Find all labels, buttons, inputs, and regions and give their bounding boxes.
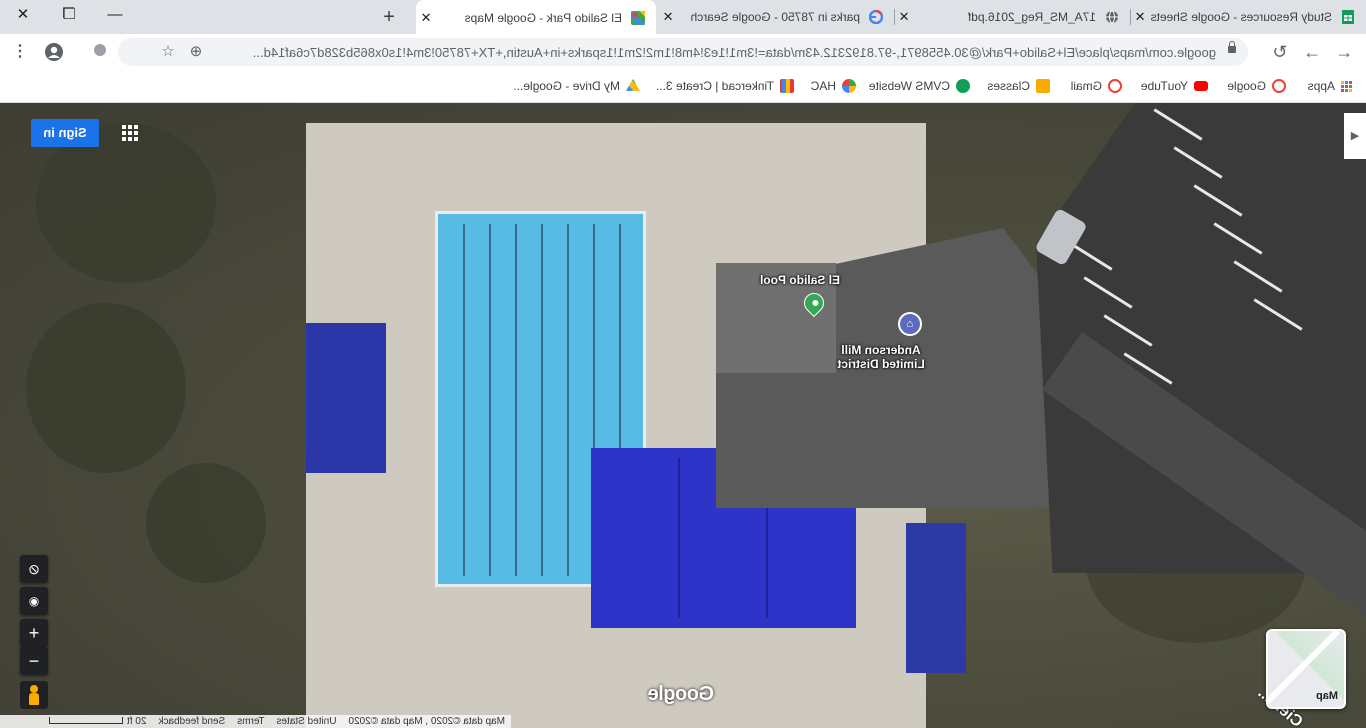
map-data-attribution: Map data ©2020 , Map data ©2020 [348,716,505,727]
google-icon [1108,79,1122,93]
tab-pdf[interactable]: 17A_MS_Reg_2016.pdf ✕ [894,0,1130,34]
tab-study-resources[interactable]: Study Resources - Google Sheets ✕ [1130,0,1366,34]
tab-divider [1130,9,1131,25]
globe-icon [1104,9,1120,25]
lock-icon [1228,46,1236,53]
place-label[interactable]: Anderson Mill Limited District [826,343,936,371]
classroom-icon [1036,79,1050,93]
new-tab-button[interactable]: + [378,6,400,28]
tree-cluster [146,463,266,583]
shade-canopy [906,523,966,673]
satellite-map[interactable]: Cielo... El Salido Pool ⌂ Anderson Mill … [0,103,1366,728]
tab-close-icon[interactable]: ✕ [658,9,678,25]
terms-link[interactable]: Terms [231,716,270,727]
bookmarks-bar: Apps Google YouTube Gmail Classes CVMS W… [0,70,1366,103]
send-feedback-link[interactable]: Send feedback [152,716,231,727]
scale-bar [49,717,124,724]
bookmark-cvms[interactable]: CVMS Website [869,77,970,95]
bookmark-label: CVMS Website [868,79,950,93]
layer-toggle-label: Map [1316,690,1338,702]
bookmark-google[interactable]: Google [1227,77,1286,95]
menu-kebab-icon[interactable]: ⋮ [10,42,30,62]
google-watermark: Google [648,683,714,705]
tab-title: parks in 78750 - Google Search [690,10,860,24]
tree-cluster [26,303,186,473]
my-location-icon[interactable]: ◉ [20,587,48,615]
bookmark-tinkercad[interactable]: Tinkercad | Create 3... [656,77,794,95]
bookmark-my-drive[interactable]: My Drive - Google... [513,77,640,95]
bookmark-label: My Drive - Google... [513,79,620,93]
bookmark-apps[interactable]: Apps [1308,77,1352,95]
minimize-icon[interactable]: — [92,0,138,30]
bookmark-label: Tinkercad | Create 3... [655,79,774,93]
browser-window: Study Resources - Google Sheets ✕ 17A_MS… [0,0,1366,728]
profile-avatar-icon[interactable] [44,42,64,62]
bookmark-label: Classes [987,79,1030,93]
sheets-icon [1340,9,1356,25]
collapse-side-panel-icon[interactable]: ◀ [1344,113,1366,159]
map-footer: Map data ©2020 , Map data ©2020 United S… [0,715,511,728]
tab-close-icon[interactable]: ✕ [1130,9,1150,25]
tab-close-icon[interactable]: ✕ [416,10,436,26]
sign-in-button[interactable]: Sign in [31,119,99,147]
browser-toolbar: ← → ↻ google.com/maps/place/El+Salido+Pa… [0,34,1366,70]
forward-icon[interactable]: → [1299,39,1325,65]
add-icon[interactable]: ⊕ [186,42,206,62]
place-label[interactable]: El Salido Pool [760,273,840,287]
bookmark-hac[interactable]: HAC [811,77,856,95]
tinkercad-icon [780,79,794,93]
compass-icon[interactable]: ⊘ [20,555,48,583]
bookmark-gmail[interactable]: Gmail [1071,77,1122,95]
tab-title: Study Resources - Google Sheets [1150,10,1332,24]
hac-icon [842,79,856,93]
shade-canopy [306,323,386,473]
tree-cluster [36,123,216,283]
close-window-icon[interactable]: ✕ [0,0,46,30]
tab-google-maps[interactable]: El Salido Park - Google Maps ✕ [416,0,656,35]
map-layer-toggle[interactable]: Map [1266,629,1346,709]
tab-title: 17A_MS_Reg_2016.pdf [967,10,1096,24]
apps-grid-icon [1341,80,1352,92]
zoom-out-button[interactable]: − [20,647,48,675]
region-link[interactable]: United States [270,716,342,727]
extension-icon[interactable] [90,42,110,62]
scale-text: 20 ft [127,716,147,727]
youtube-icon [1194,81,1208,91]
tab-strip: Study Resources - Google Sheets ✕ 17A_MS… [0,0,1366,35]
reload-icon[interactable]: ↻ [1267,39,1293,65]
google-apps-icon[interactable] [122,125,138,141]
back-icon[interactable]: ← [1331,39,1357,65]
maps-icon [630,10,646,26]
tab-google-search[interactable]: parks in 78750 - Google Search ✕ [658,0,894,34]
tab-close-icon[interactable]: ✕ [894,9,914,25]
bookmark-label: HAC [810,79,836,93]
bookmark-label: Google [1227,79,1266,93]
bookmark-star-icon[interactable]: ☆ [158,42,178,62]
scale-label[interactable]: 20 ft [43,716,152,727]
pegman-icon[interactable] [20,681,48,709]
zoom-in-button[interactable]: + [20,619,48,647]
tab-title: El Salido Park - Google Maps [464,10,622,25]
tab-divider [894,9,895,25]
bookmark-classes[interactable]: Classes [987,77,1050,95]
address-bar[interactable]: google.com/maps/place/El+Salido+Park/@30… [118,38,1248,66]
bookmark-label: Gmail [1070,79,1102,93]
bookmark-youtube[interactable]: YouTube [1141,77,1208,95]
drive-icon [626,79,640,93]
google-icon [1272,79,1286,93]
url-text[interactable]: google.com/maps/place/El+Salido+Park/@30… [186,45,1216,60]
maximize-icon[interactable]: ❐ [46,0,92,30]
google-icon [868,9,884,25]
bookmark-label: Apps [1307,79,1335,93]
bookmark-label: YouTube [1140,79,1188,93]
government-building-icon[interactable]: ⌂ [898,312,922,336]
cvms-icon [956,79,970,93]
